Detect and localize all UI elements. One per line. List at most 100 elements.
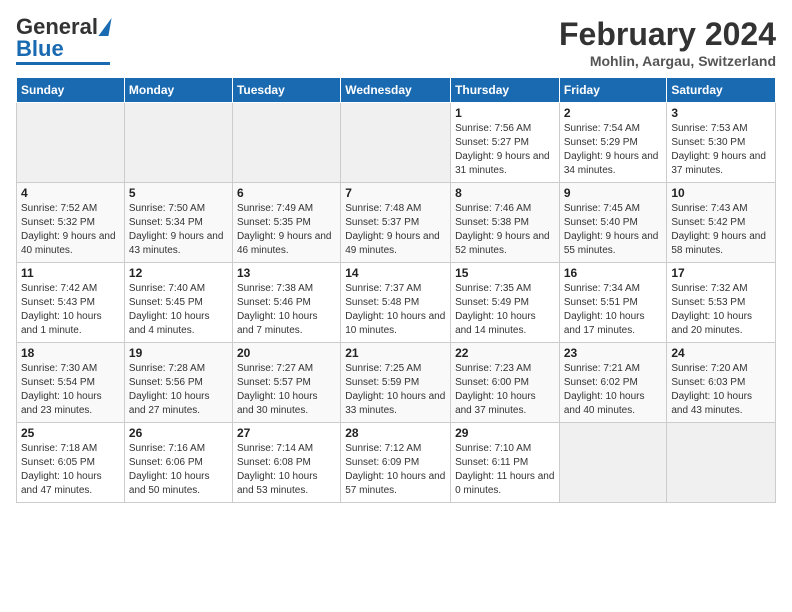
day-number: 14 — [345, 266, 446, 280]
calendar-cell — [232, 103, 340, 183]
page-header: General Blue February 2024 Mohlin, Aarga… — [16, 16, 776, 69]
day-number: 27 — [237, 426, 336, 440]
calendar-cell: 22Sunrise: 7:23 AMSunset: 6:00 PMDayligh… — [451, 343, 560, 423]
calendar-cell: 16 Sunrise: 7:34 AMSunset: 5:51 PMDayligh… — [559, 263, 667, 343]
day-number: 17 — [671, 266, 771, 280]
weekday-header-saturday: Saturday — [667, 78, 776, 103]
calendar-cell: 20 Sunrise: 7:27 AMSunset: 5:57 PMDayligh… — [232, 343, 340, 423]
day-info: Sunrise: 7:42 AMSunset: 5:43 PMDaylight:… — [21, 282, 120, 338]
day-number: 24 — [671, 346, 771, 360]
day-info: Sunrise: 7:43 AMSunset: 5:42 PMDaylight:… — [671, 202, 771, 258]
day-info: Sunrise: 7:54 AMSunset: 5:29 PMDaylight:… — [564, 122, 663, 178]
day-number: 12 — [129, 266, 228, 280]
logo-icon — [98, 18, 111, 36]
calendar-cell: 7 Sunrise: 7:48 AMSunset: 5:37 PMDaylight… — [341, 183, 451, 263]
calendar-cell: 6 Sunrise: 7:49 AMSunset: 5:35 PMDaylight… — [232, 183, 340, 263]
day-number: 23 — [564, 346, 663, 360]
day-info: Sunrise: 7:14 AMSunset: 6:08 PMDaylight:… — [237, 442, 336, 498]
day-number: 2 — [564, 106, 663, 120]
location: Mohlin, Aargau, Switzerland — [559, 53, 776, 69]
day-info: Sunrise: 7:37 AMSunset: 5:48 PMDaylight:… — [345, 282, 446, 338]
calendar-week-3: 11 Sunrise: 7:42 AMSunset: 5:43 PMDayligh… — [17, 263, 776, 343]
day-number: 10 — [671, 186, 771, 200]
calendar-cell: 27 Sunrise: 7:14 AMSunset: 6:08 PMDayligh… — [232, 423, 340, 503]
calendar-cell: 11 Sunrise: 7:42 AMSunset: 5:43 PMDayligh… — [17, 263, 125, 343]
calendar-cell — [559, 423, 667, 503]
day-number: 1 — [455, 106, 555, 120]
day-number: 7 — [345, 186, 446, 200]
day-number: 20 — [237, 346, 336, 360]
calendar-cell: 24 Sunrise: 7:20 AMSunset: 6:03 PMDayligh… — [667, 343, 776, 423]
day-number: 21 — [345, 346, 446, 360]
day-number: 26 — [129, 426, 228, 440]
day-info: Sunrise: 7:52 AMSunset: 5:32 PMDaylight:… — [21, 202, 120, 258]
calendar-cell: 2 Sunrise: 7:54 AMSunset: 5:29 PMDaylight… — [559, 103, 667, 183]
day-info: Sunrise: 7:53 AMSunset: 5:30 PMDaylight:… — [671, 122, 771, 178]
weekday-header-sunday: Sunday — [17, 78, 125, 103]
day-number: 4 — [21, 186, 120, 200]
day-info: Sunrise: 7:16 AMSunset: 6:06 PMDaylight:… — [129, 442, 228, 498]
calendar-cell: 28 Sunrise: 7:12 AMSunset: 6:09 PMDayligh… — [341, 423, 451, 503]
calendar-cell — [341, 103, 451, 183]
day-info: Sunrise: 7:48 AMSunset: 5:37 PMDaylight:… — [345, 202, 446, 258]
calendar-cell: 8Sunrise: 7:46 AMSunset: 5:38 PMDaylight… — [451, 183, 560, 263]
calendar-week-2: 4 Sunrise: 7:52 AMSunset: 5:32 PMDaylight… — [17, 183, 776, 263]
day-info: Sunrise: 7:10 AMSunset: 6:11 PMDaylight:… — [455, 442, 555, 498]
day-info: Sunrise: 7:12 AMSunset: 6:09 PMDaylight:… — [345, 442, 446, 498]
day-number: 15 — [455, 266, 555, 280]
day-info: Sunrise: 7:50 AMSunset: 5:34 PMDaylight:… — [129, 202, 228, 258]
day-info: Sunrise: 7:35 AMSunset: 5:49 PMDaylight:… — [455, 282, 555, 338]
day-number: 11 — [21, 266, 120, 280]
weekday-header-thursday: Thursday — [451, 78, 560, 103]
day-number: 9 — [564, 186, 663, 200]
month-title: February 2024 — [559, 16, 776, 53]
day-number: 19 — [129, 346, 228, 360]
day-number: 25 — [21, 426, 120, 440]
calendar-cell: 17 Sunrise: 7:32 AMSunset: 5:53 PMDayligh… — [667, 263, 776, 343]
calendar-cell: 13Sunrise: 7:38 AMSunset: 5:46 PMDayligh… — [232, 263, 340, 343]
title-block: February 2024 Mohlin, Aargau, Switzerlan… — [559, 16, 776, 69]
day-info: Sunrise: 7:27 AMSunset: 5:57 PMDaylight:… — [237, 362, 336, 418]
day-number: 3 — [671, 106, 771, 120]
day-info: Sunrise: 7:25 AMSunset: 5:59 PMDaylight:… — [345, 362, 446, 418]
calendar-week-1: 1 Sunrise: 7:56 AMSunset: 5:27 PMDaylight… — [17, 103, 776, 183]
calendar-cell: 21 Sunrise: 7:25 AMSunset: 5:59 PMDayligh… — [341, 343, 451, 423]
day-number: 29 — [455, 426, 555, 440]
day-info: Sunrise: 7:45 AMSunset: 5:40 PMDaylight:… — [564, 202, 663, 258]
day-info: Sunrise: 7:32 AMSunset: 5:53 PMDaylight:… — [671, 282, 771, 338]
logo-line — [16, 62, 110, 65]
day-number: 6 — [237, 186, 336, 200]
weekday-header-tuesday: Tuesday — [232, 78, 340, 103]
calendar-table: SundayMondayTuesdayWednesdayThursdayFrid… — [16, 77, 776, 503]
day-info: Sunrise: 7:18 AMSunset: 6:05 PMDaylight:… — [21, 442, 120, 498]
day-info: Sunrise: 7:40 AMSunset: 5:45 PMDaylight:… — [129, 282, 228, 338]
day-info: Sunrise: 7:56 AMSunset: 5:27 PMDaylight:… — [455, 122, 555, 178]
calendar-cell: 1 Sunrise: 7:56 AMSunset: 5:27 PMDaylight… — [451, 103, 560, 183]
calendar-cell: 29 Sunrise: 7:10 AMSunset: 6:11 PMDayligh… — [451, 423, 560, 503]
day-info: Sunrise: 7:34 AMSunset: 5:51 PMDaylight:… — [564, 282, 663, 338]
day-number: 16 — [564, 266, 663, 280]
logo-general-text: General — [16, 16, 98, 38]
calendar-cell: 25 Sunrise: 7:18 AMSunset: 6:05 PMDayligh… — [17, 423, 125, 503]
calendar-cell: 10 Sunrise: 7:43 AMSunset: 5:42 PMDayligh… — [667, 183, 776, 263]
day-number: 28 — [345, 426, 446, 440]
calendar-cell: 4 Sunrise: 7:52 AMSunset: 5:32 PMDaylight… — [17, 183, 125, 263]
day-info: Sunrise: 7:30 AMSunset: 5:54 PMDaylight:… — [21, 362, 120, 418]
day-number: 5 — [129, 186, 228, 200]
day-number: 8 — [455, 186, 555, 200]
logo-blue-text: Blue — [16, 38, 64, 60]
calendar-week-5: 25 Sunrise: 7:18 AMSunset: 6:05 PMDayligh… — [17, 423, 776, 503]
day-info: Sunrise: 7:38 AMSunset: 5:46 PMDaylight:… — [237, 282, 336, 338]
calendar-cell: 9 Sunrise: 7:45 AMSunset: 5:40 PMDaylight… — [559, 183, 667, 263]
calendar-cell: 26 Sunrise: 7:16 AMSunset: 6:06 PMDayligh… — [124, 423, 232, 503]
day-info: Sunrise: 7:28 AMSunset: 5:56 PMDaylight:… — [129, 362, 228, 418]
day-info: Sunrise: 7:20 AMSunset: 6:03 PMDaylight:… — [671, 362, 771, 418]
logo: General Blue — [16, 16, 110, 65]
day-number: 22 — [455, 346, 555, 360]
calendar-cell: 14 Sunrise: 7:37 AMSunset: 5:48 PMDayligh… — [341, 263, 451, 343]
calendar-cell — [667, 423, 776, 503]
day-info: Sunrise: 7:49 AMSunset: 5:35 PMDaylight:… — [237, 202, 336, 258]
calendar-cell: 12 Sunrise: 7:40 AMSunset: 5:45 PMDayligh… — [124, 263, 232, 343]
calendar-cell — [124, 103, 232, 183]
weekday-header-monday: Monday — [124, 78, 232, 103]
